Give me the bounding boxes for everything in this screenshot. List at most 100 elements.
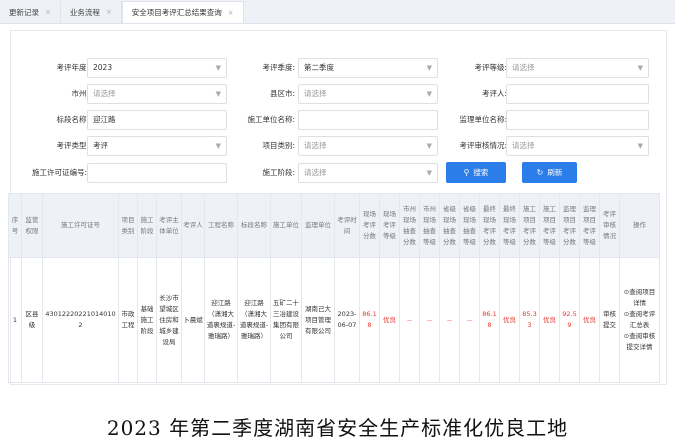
column-header: 施工许可证号 <box>42 193 119 258</box>
audit-status-label: 考评审核情况: <box>459 141 507 150</box>
city-select[interactable]: 请选择 ▼ <box>87 84 227 104</box>
table-cell: 基础施工阶段 <box>137 257 157 383</box>
stage-select[interactable]: 请选择 ▼ <box>298 163 438 183</box>
table-cell: 优良 <box>499 257 520 383</box>
supervision-unit-input[interactable] <box>506 110 649 130</box>
table-cell-actions: ⊙查阅项目详情 ⊙查阅考评汇总表 ⊙查阅审核提交详情 <box>619 257 660 383</box>
column-header: 监理项目考评分数 <box>559 193 580 258</box>
supervision-unit-label: 监理单位名称: <box>459 115 507 124</box>
table-cell: -- <box>399 257 420 383</box>
tab-bar: 更新记录 × 业务流程 × 安全项目考评汇总结果查询 × <box>0 0 675 24</box>
table-cell: 卜晨斌 <box>181 257 205 383</box>
search-button[interactable]: ⚲ 搜索 <box>446 162 506 183</box>
table-cell: 审核提交 <box>599 257 620 383</box>
table-cell: 2023-06-07 <box>334 257 360 383</box>
review-type-select[interactable]: 考评 ▼ <box>87 136 227 156</box>
reviewer-label: 考评人: <box>481 89 507 98</box>
table-cell: 优良 <box>579 257 600 383</box>
results-table: 序号 监管权限 施工许可证号 项目类别 施工阶段 考评主体单位 考评人 工程名称… <box>8 193 660 383</box>
project-category-label: 项目类别: <box>262 141 295 150</box>
table-cell: 湖南己大项目管理有限公司 <box>301 257 335 383</box>
column-header: 施工项目考评等级 <box>539 193 560 258</box>
view-project-details-link[interactable]: ⊙查阅项目详情 <box>621 287 658 309</box>
view-audit-submission-link[interactable]: ⊙查阅审核提交详情 <box>621 331 658 353</box>
refresh-button[interactable]: ↻ 刷新 <box>522 162 577 183</box>
year-value: 2023 <box>93 63 113 72</box>
permit-no-input[interactable] <box>87 163 227 183</box>
close-icon[interactable]: × <box>228 9 234 17</box>
table-cell: 迎江路（潇湘大道裹规道-雅瑞路） <box>204 257 238 383</box>
tab-label: 业务流程 <box>69 7 100 17</box>
permit-no-label: 施工许可证编号: <box>31 168 87 177</box>
column-header: 现场考评等级 <box>379 193 400 258</box>
tab-label: 更新记录 <box>9 7 39 17</box>
chevron-down-icon: ▼ <box>426 90 432 98</box>
column-header: 考评时间 <box>334 193 360 258</box>
close-icon[interactable]: × <box>106 8 112 16</box>
table-cell: 85.33 <box>519 257 540 383</box>
year-select[interactable]: 2023 ▼ <box>87 58 227 78</box>
county-label: 县区市: <box>269 89 295 98</box>
review-type-label: 考评类型: <box>56 141 89 150</box>
table-cell: 优良 <box>379 257 400 383</box>
project-category-select[interactable]: 请选择 ▼ <box>298 136 438 156</box>
reviewer-input[interactable] <box>506 84 649 104</box>
chevron-down-icon: ▼ <box>637 64 643 72</box>
tab-safety-review-query[interactable]: 安全项目考评汇总结果查询 × <box>121 1 244 23</box>
column-header: 省级现场抽查分数 <box>439 193 460 258</box>
search-icon: ⚲ <box>463 168 470 177</box>
table-cell: 五矿二十三冶建设集团有限公司 <box>270 257 302 383</box>
table-header-row: 序号 监管权限 施工许可证号 项目类别 施工阶段 考评主体单位 考评人 工程名称… <box>8 193 660 258</box>
audit-status-select[interactable]: 请选择 ▼ <box>506 136 649 156</box>
season-select[interactable]: 第二季度 ▼ <box>298 58 438 78</box>
level-select[interactable]: 请选择 ▼ <box>506 58 649 78</box>
search-button-label: 搜索 <box>473 168 489 177</box>
column-header: 工程名称 <box>204 193 238 258</box>
county-select[interactable]: 请选择 ▼ <box>298 84 438 104</box>
column-header: 标段名称 <box>237 193 271 258</box>
city-placeholder: 请选择 <box>93 89 116 98</box>
chevron-down-icon: ▼ <box>215 64 221 72</box>
close-icon[interactable]: × <box>45 8 51 16</box>
column-header: 市州现场抽查等级 <box>419 193 440 258</box>
refresh-icon: ↻ <box>536 168 544 177</box>
county-placeholder: 请选择 <box>304 89 327 98</box>
column-header: 监理项目考评等级 <box>579 193 600 258</box>
section-input[interactable]: 迎江路 <box>87 110 227 130</box>
column-header: 施工单位 <box>270 193 302 258</box>
column-header: 现场考评分数 <box>359 193 380 258</box>
chevron-down-icon: ▼ <box>215 90 221 98</box>
column-header: 考评审核情况 <box>599 193 620 258</box>
table-cell: -- <box>459 257 480 383</box>
table-cell: -- <box>419 257 440 383</box>
table-cell: 92.59 <box>559 257 580 383</box>
table-cell: 430122202210140102 <box>42 257 119 383</box>
table-cell: 迎江路（潇湘大道裹规道-雅瑞路） <box>237 257 271 383</box>
review-type-value: 考评 <box>93 141 108 150</box>
table-cell: 长沙市望城区住房和城乡建设局 <box>156 257 182 383</box>
column-header: 省级现场抽查等级 <box>459 193 480 258</box>
season-label: 考评季度: <box>262 63 295 72</box>
chevron-down-icon: ▼ <box>426 142 432 150</box>
column-header: 项目类别 <box>118 193 138 258</box>
column-header: 操作 <box>619 193 660 258</box>
table-cell: 1 <box>8 257 22 383</box>
tab-business-process[interactable]: 业务流程 × <box>61 1 122 23</box>
stage-placeholder: 请选择 <box>304 168 327 177</box>
column-header: 市州现场抽查分数 <box>399 193 420 258</box>
chevron-down-icon: ▼ <box>637 142 643 150</box>
table-cell: 市政工程 <box>118 257 138 383</box>
season-value: 第二季度 <box>304 63 334 72</box>
view-review-summary-link[interactable]: ⊙查阅考评汇总表 <box>621 309 658 331</box>
audit-status-placeholder: 请选择 <box>512 141 535 150</box>
table-cell: -- <box>439 257 460 383</box>
column-header: 施工项目考评分数 <box>519 193 540 258</box>
table-cell: 86.18 <box>479 257 500 383</box>
section-label: 标段名称: <box>56 115 89 124</box>
construction-unit-input[interactable] <box>298 110 438 130</box>
tab-label: 安全项目考评汇总结果查询 <box>131 8 222 17</box>
tab-update-log[interactable]: 更新记录 × <box>0 1 61 23</box>
construction-unit-label: 施工单位名称: <box>247 115 295 124</box>
stage-label: 施工阶段: <box>262 168 295 177</box>
column-header: 考评主体单位 <box>156 193 182 258</box>
